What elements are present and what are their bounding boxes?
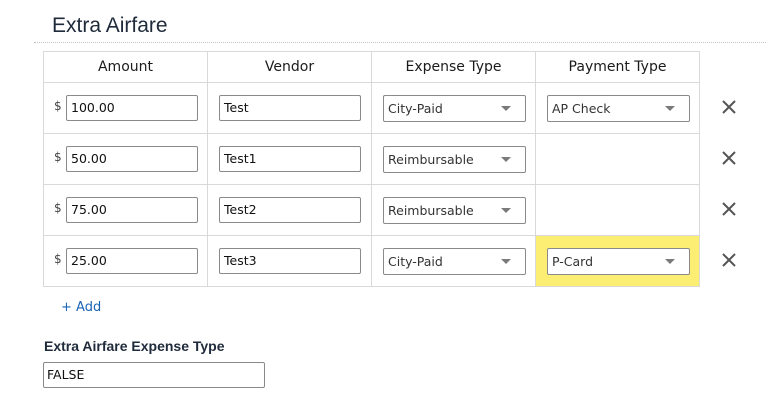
expense-type-select[interactable]: City-Paid — [383, 248, 526, 275]
payment-type-value: P-Card — [552, 254, 594, 269]
vendor-cell: Test — [207, 82, 372, 134]
vendor-input[interactable]: Test — [219, 95, 361, 121]
vendor-input[interactable]: Test1 — [219, 146, 361, 172]
amount-input[interactable]: 50.00 — [66, 146, 198, 172]
expense-type-cell: Reimbursable — [371, 133, 536, 185]
payment-type-select[interactable]: P-Card — [547, 248, 690, 275]
expense-type-cell: City-Paid — [371, 235, 536, 287]
table-header-row: Amount Vendor Expense Type Payment Type — [43, 51, 700, 83]
chevron-down-icon — [501, 259, 511, 264]
expense-type-field[interactable]: FALSE — [43, 362, 265, 388]
title-divider — [34, 42, 766, 43]
chevron-down-icon — [501, 208, 511, 213]
chevron-down-icon — [665, 106, 675, 111]
expense-type-value: Reimbursable — [388, 152, 474, 167]
payment-type-cell — [535, 184, 700, 236]
expense-type-cell: Reimbursable — [371, 184, 536, 236]
chevron-down-icon — [501, 157, 511, 162]
chevron-down-icon — [665, 259, 675, 264]
amount-cell: $100.00 — [43, 82, 208, 134]
remove-row-button[interactable] — [718, 147, 740, 169]
expense-type-field-label: Extra Airfare Expense Type — [44, 338, 225, 354]
amount-input[interactable]: 75.00 — [66, 197, 198, 223]
expense-type-select[interactable]: Reimbursable — [383, 146, 526, 173]
section-title: Extra Airfare — [52, 14, 168, 37]
table-row: $100.00 Test City-Paid AP Check — [43, 82, 700, 134]
close-icon — [722, 151, 736, 165]
column-header-vendor: Vendor — [207, 51, 372, 83]
payment-type-value: AP Check — [552, 101, 611, 116]
remove-row-button[interactable] — [718, 96, 740, 118]
add-row-link[interactable]: + Add — [61, 300, 101, 315]
vendor-cell: Test3 — [207, 235, 372, 287]
close-icon — [722, 100, 736, 114]
amount-cell: $25.00 — [43, 235, 208, 287]
expense-type-value: Reimbursable — [388, 203, 474, 218]
payment-type-cell: AP Check — [535, 82, 700, 134]
close-icon — [722, 253, 736, 267]
amount-input[interactable]: 25.00 — [66, 248, 198, 274]
vendor-cell: Test1 — [207, 133, 372, 185]
remove-row-button[interactable] — [718, 198, 740, 220]
chevron-down-icon — [501, 106, 511, 111]
airfare-table: Amount Vendor Expense Type Payment Type … — [43, 51, 700, 287]
payment-type-select[interactable]: AP Check — [547, 95, 690, 122]
remove-row-button[interactable] — [718, 249, 740, 271]
table-row: $50.00 Test1 Reimbursable — [43, 133, 700, 185]
column-header-amount: Amount — [43, 51, 208, 83]
column-header-payment-type: Payment Type — [535, 51, 700, 83]
payment-type-cell — [535, 133, 700, 185]
expense-type-select[interactable]: Reimbursable — [383, 197, 526, 224]
vendor-input[interactable]: Test3 — [219, 248, 361, 274]
table-row: $25.00 Test3 City-Paid P-Card — [43, 235, 700, 287]
amount-cell: $50.00 — [43, 133, 208, 185]
column-header-expense-type: Expense Type — [371, 51, 536, 83]
amount-cell: $75.00 — [43, 184, 208, 236]
currency-symbol: $ — [54, 201, 62, 215]
vendor-cell: Test2 — [207, 184, 372, 236]
currency-symbol: $ — [54, 252, 62, 266]
expense-type-select[interactable]: City-Paid — [383, 95, 526, 122]
vendor-input[interactable]: Test2 — [219, 197, 361, 223]
expense-type-value: City-Paid — [388, 254, 443, 269]
payment-type-cell: P-Card — [535, 235, 700, 287]
table-row: $75.00 Test2 Reimbursable — [43, 184, 700, 236]
expense-type-cell: City-Paid — [371, 82, 536, 134]
close-icon — [722, 202, 736, 216]
amount-input[interactable]: 100.00 — [66, 95, 198, 121]
expense-type-value: City-Paid — [388, 101, 443, 116]
currency-symbol: $ — [54, 150, 62, 164]
currency-symbol: $ — [54, 99, 62, 113]
